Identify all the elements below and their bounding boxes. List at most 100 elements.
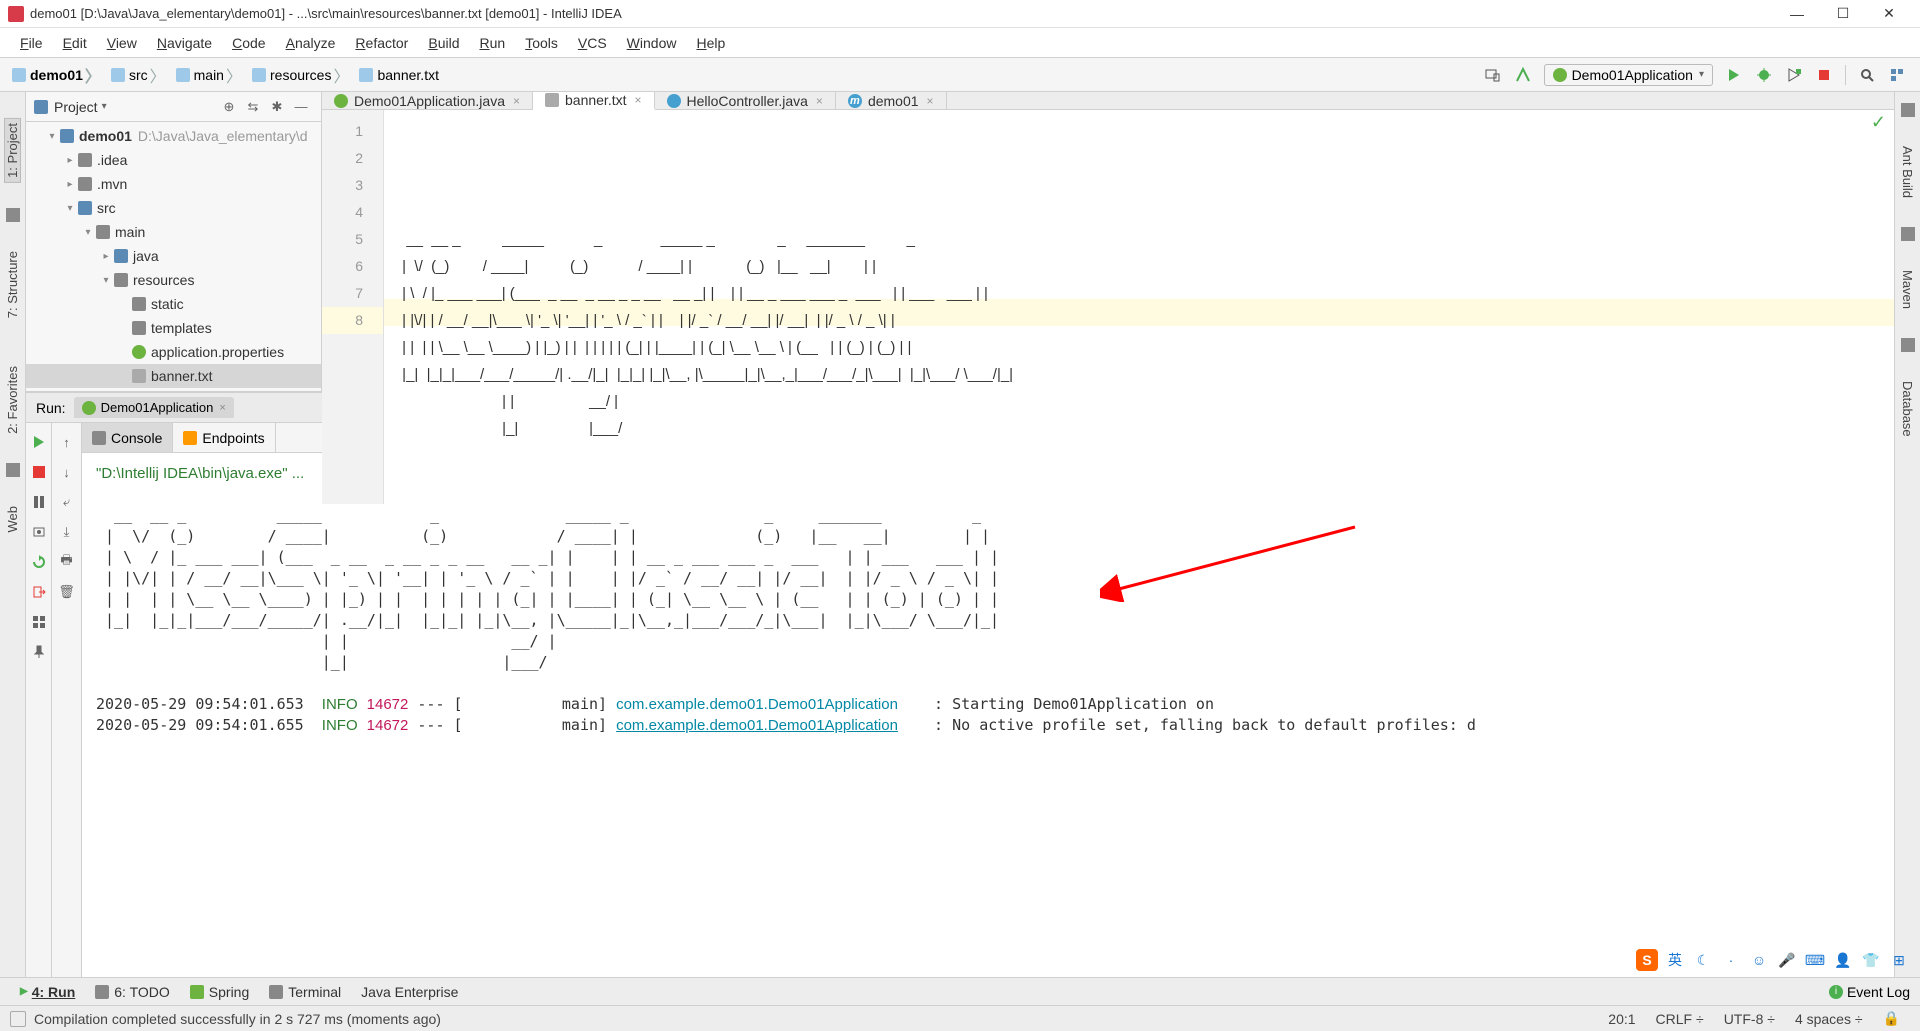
code-area[interactable]: __ __ _ _____ _ _____ _ _ _______ _ | \/… — [384, 110, 1894, 504]
run-tool-button[interactable]: ▶4: Run — [10, 982, 85, 1002]
tree-node-src[interactable]: ▾src — [26, 196, 321, 220]
close-icon[interactable]: × — [635, 93, 642, 107]
menu-tools[interactable]: Tools — [515, 31, 568, 55]
inspector-icon[interactable]: 🔒 — [1873, 1010, 1910, 1027]
breadcrumb-3[interactable]: resources〉 — [248, 61, 355, 89]
rerun-button[interactable] — [30, 433, 48, 451]
soft-wrap-button[interactable]: ⤶ — [58, 493, 76, 511]
menu-build[interactable]: Build — [418, 31, 469, 55]
print-button[interactable]: 🖶 — [58, 553, 76, 571]
layout-button[interactable] — [30, 613, 48, 631]
tree-node-mvn[interactable]: ▸.mvn — [26, 172, 321, 196]
tool-window-database[interactable]: Database — [1900, 377, 1915, 441]
todo-tool-button[interactable]: 6: TODO — [85, 982, 180, 1002]
console-output[interactable]: "D:\Intellij IDEA\bin\java.exe" ... __ _… — [82, 453, 1894, 977]
debug-button[interactable] — [1753, 64, 1775, 86]
breadcrumb-4[interactable]: banner.txt — [355, 65, 443, 85]
ime-icon-1[interactable]: 英 — [1664, 949, 1686, 971]
settings-icon[interactable]: ✱ — [268, 98, 286, 116]
close-button[interactable]: ✕ — [1866, 0, 1912, 28]
terminal-tool-button[interactable]: Terminal — [259, 982, 351, 1002]
menu-edit[interactable]: Edit — [53, 31, 97, 55]
tool-window-maven[interactable]: Maven — [1900, 266, 1915, 313]
editor-text[interactable]: __ __ _ _____ _ _____ _ _ _______ _ | \/… — [398, 199, 1880, 442]
pin-button[interactable] — [30, 643, 48, 661]
stop-button[interactable] — [1813, 64, 1835, 86]
ime-icon-3[interactable]: · — [1720, 949, 1742, 971]
spring-tool-button[interactable]: Spring — [180, 982, 259, 1002]
menu-file[interactable]: File — [10, 31, 53, 55]
menu-window[interactable]: Window — [617, 31, 687, 55]
breadcrumb-0[interactable]: demo01〉 — [8, 61, 107, 89]
run-configuration-selector[interactable]: Demo01Application ▾ — [1544, 64, 1713, 86]
clear-all-button[interactable]: 🗑 — [58, 583, 76, 601]
tree-node-static[interactable]: static — [26, 292, 321, 316]
hide-icon[interactable]: — — [292, 98, 310, 116]
responsive-preview-icon[interactable] — [1482, 64, 1504, 86]
event-log-button[interactable]: iEvent Log — [1829, 984, 1910, 1000]
down-button[interactable]: ↓ — [58, 463, 76, 481]
ime-icon-0[interactable]: S — [1636, 949, 1658, 971]
editor-body[interactable]: 12345678 __ __ _ _____ _ _____ _ _ _____… — [322, 110, 1894, 504]
stop-button[interactable] — [30, 463, 48, 481]
toggle-tool-windows-icon[interactable] — [10, 1011, 26, 1027]
tree-node-demo01[interactable]: ▾demo01D:\Java\Java_elementary\d — [26, 124, 321, 148]
search-everywhere-icon[interactable] — [1856, 64, 1878, 86]
maximize-button[interactable]: ☐ — [1820, 0, 1866, 28]
tree-node-java[interactable]: ▸java — [26, 244, 321, 268]
run-button[interactable] — [1723, 64, 1745, 86]
breadcrumb-2[interactable]: main〉 — [172, 61, 248, 89]
close-icon[interactable]: × — [927, 94, 934, 108]
close-icon[interactable]: × — [513, 94, 520, 108]
menu-run[interactable]: Run — [469, 31, 515, 55]
menu-view[interactable]: View — [97, 31, 147, 55]
menu-vcs[interactable]: VCS — [568, 31, 617, 55]
project-structure-icon[interactable] — [1886, 64, 1908, 86]
tree-node-resources[interactable]: ▾resources — [26, 268, 321, 292]
indent-setting[interactable]: 4 spaces ÷ — [1785, 1011, 1873, 1027]
ime-icon-6[interactable]: ⌨ — [1804, 949, 1826, 971]
exit-button[interactable] — [30, 583, 48, 601]
tree-node-test[interactable]: ▸test — [26, 388, 321, 391]
ime-icon-8[interactable]: 👕 — [1860, 949, 1882, 971]
editor-tab-bannertxt[interactable]: banner.txt× — [533, 92, 655, 110]
tree-node-idea[interactable]: ▸.idea — [26, 148, 321, 172]
tree-node-bannertxt[interactable]: banner.txt — [26, 364, 321, 388]
ime-toolbar[interactable]: S英☾·☺🎤⌨👤👕⊞ — [1636, 949, 1910, 971]
run-config-tab[interactable]: Demo01Application × — [74, 397, 234, 418]
ime-icon-4[interactable]: ☺ — [1748, 949, 1770, 971]
menu-navigate[interactable]: Navigate — [147, 31, 222, 55]
scroll-to-end-button[interactable]: ⤓ — [58, 523, 76, 541]
ime-icon-5[interactable]: 🎤 — [1776, 949, 1798, 971]
analysis-ok-icon[interactable]: ✓ — [1871, 112, 1886, 133]
cursor-position[interactable]: 20:1 — [1598, 1011, 1645, 1027]
tree-node-templates[interactable]: templates — [26, 316, 321, 340]
coverage-button[interactable] — [1783, 64, 1805, 86]
menu-code[interactable]: Code — [222, 31, 275, 55]
menu-help[interactable]: Help — [686, 31, 735, 55]
tool-window-structure[interactable]: 7: Structure — [5, 247, 20, 322]
close-icon[interactable]: × — [816, 94, 823, 108]
console-tab-endpoints[interactable]: Endpoints — [173, 423, 275, 452]
tool-window-favorites[interactable]: 2: Favorites — [5, 362, 20, 438]
project-title[interactable]: Project — [54, 99, 98, 115]
restart-button[interactable] — [30, 553, 48, 571]
ime-icon-7[interactable]: 👤 — [1832, 949, 1854, 971]
file-encoding[interactable]: UTF-8 ÷ — [1714, 1011, 1785, 1027]
breadcrumb-1[interactable]: src〉 — [107, 61, 172, 89]
ime-icon-9[interactable]: ⊞ — [1888, 949, 1910, 971]
menu-refactor[interactable]: Refactor — [345, 31, 418, 55]
dump-threads-button[interactable] — [30, 523, 48, 541]
chevron-down-icon[interactable]: ▾ — [102, 101, 107, 112]
close-icon[interactable]: × — [219, 402, 225, 414]
editor-tab-demo01[interactable]: mdemo01× — [836, 92, 947, 109]
project-tree[interactable]: ▾demo01D:\Java\Java_elementary\d▸.idea▸.… — [26, 122, 321, 391]
build-icon[interactable] — [1512, 64, 1534, 86]
tree-node-applicationproperties[interactable]: application.properties — [26, 340, 321, 364]
up-button[interactable]: ↑ — [58, 433, 76, 451]
line-ending[interactable]: CRLF ÷ — [1646, 1011, 1714, 1027]
minimize-button[interactable]: — — [1774, 0, 1820, 28]
console-tab-console[interactable]: Console — [82, 423, 173, 452]
select-opened-file-icon[interactable]: ⊕ — [220, 98, 238, 116]
editor-tab-demo01applicationjava[interactable]: Demo01Application.java× — [322, 92, 533, 109]
